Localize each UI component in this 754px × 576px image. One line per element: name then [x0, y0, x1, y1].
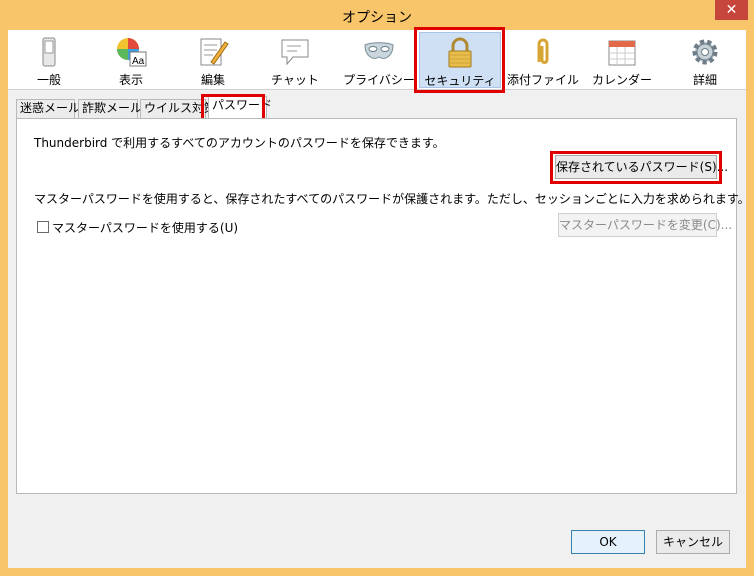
change-master-password-button[interactable]: マスターパスワードを変更(C)... — [558, 213, 732, 237]
switch-icon — [42, 37, 56, 67]
category-toolbar: 一般 Aa 表示 編集 チャット プライバシー セキュリティ 添付ファイル カレ… — [8, 30, 746, 90]
calendar-icon — [608, 40, 636, 66]
toolbar-label: 詳細 — [692, 73, 717, 87]
toolbar-item-edit[interactable]: 編集 — [180, 32, 246, 88]
toolbar-label: 一般 — [36, 73, 61, 87]
svg-text:Aa: Aa — [132, 56, 145, 67]
tab-junk[interactable]: 迷惑メール — [16, 99, 80, 118]
toolbar-item-chat[interactable]: チャット — [262, 32, 328, 88]
toolbar-label: カレンダー — [591, 73, 652, 87]
tab-antivirus[interactable]: ウイルス対策 — [140, 99, 216, 118]
paperclip-icon — [537, 38, 549, 64]
tab-scam[interactable]: 詐欺メール — [78, 99, 142, 118]
ok-button[interactable]: OK — [571, 530, 645, 554]
passwords-description: Thunderbird で利用するすべてのアカウントのパスワードを保存できます。 — [34, 136, 445, 150]
chat-icon — [281, 39, 309, 66]
gear-icon — [692, 39, 718, 65]
toolbar-item-calendar[interactable]: カレンダー — [584, 32, 660, 88]
options-window: オプション ✕ 一般 Aa 表示 編集 チャット プライバシー セキュリティ 添… — [0, 0, 754, 576]
close-button[interactable]: ✕ — [715, 0, 748, 20]
toolbar-label: チャット — [271, 73, 319, 87]
toolbar-item-attachments[interactable]: 添付ファイル — [502, 32, 584, 88]
master-password-description: マスターパスワードを使用すると、保存されたすべてのパスワードが保護されます。ただ… — [34, 192, 750, 206]
passwords-panel: Thunderbird で利用するすべてのアカウントのパスワードを保存できます。… — [16, 118, 750, 494]
mask-icon — [364, 42, 394, 59]
client-area: 一般 Aa 表示 編集 チャット プライバシー セキュリティ 添付ファイル カレ… — [8, 27, 750, 568]
toolbar-item-advanced[interactable]: 詳細 — [672, 32, 738, 88]
use-master-password-label[interactable]: マスターパスワードを使用する(U) — [52, 219, 238, 236]
toolbar-label: 編集 — [200, 73, 225, 87]
use-master-password-checkbox[interactable] — [37, 221, 49, 233]
window-title: オプション — [342, 10, 412, 26]
toolbar-label: 表示 — [118, 73, 143, 87]
toolbar-item-privacy[interactable]: プライバシー — [338, 32, 420, 88]
toolbar-label: 添付ファイル — [506, 73, 579, 87]
toolbar-item-display[interactable]: Aa 表示 — [98, 32, 164, 88]
cancel-button[interactable]: キャンセル — [656, 530, 730, 554]
toolbar-item-general[interactable]: 一般 — [16, 32, 82, 88]
toolbar-label: プライバシー — [343, 73, 415, 87]
highlight-security — [414, 27, 505, 93]
palette-icon: Aa — [117, 38, 147, 67]
edit-icon — [200, 38, 229, 66]
title-bar: オプション ✕ — [0, 0, 754, 30]
highlight-saved-passwords — [550, 151, 722, 184]
